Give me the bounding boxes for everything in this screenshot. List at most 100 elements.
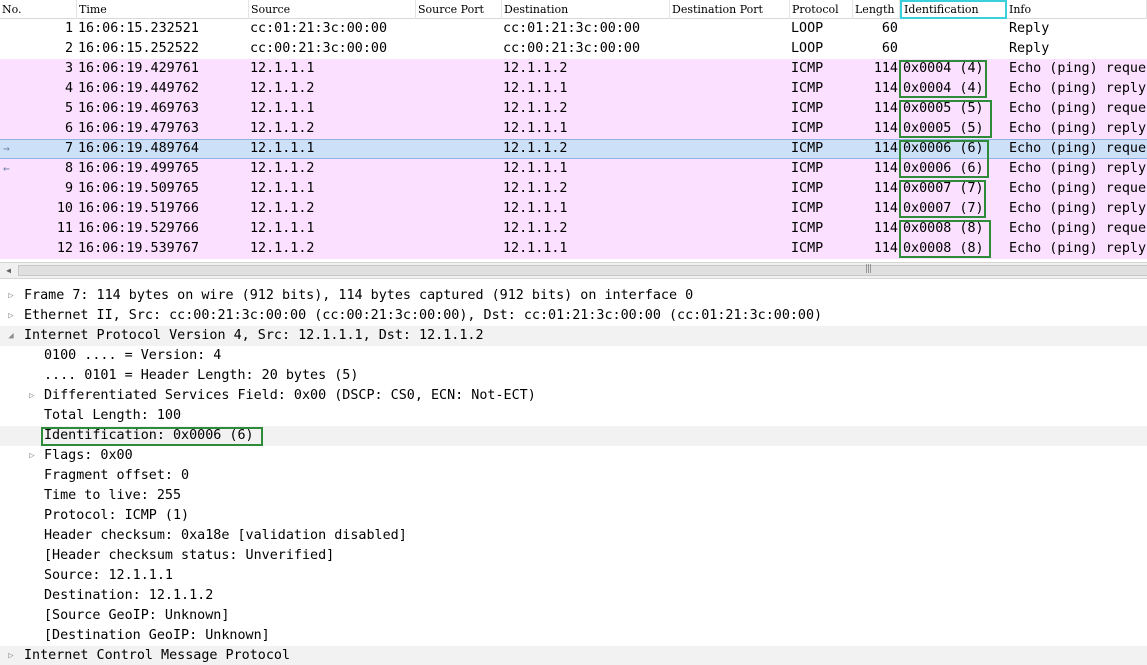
cell-identification: 0x0006 (6) (903, 161, 984, 176)
cell-source-port (417, 159, 501, 179)
cell-source-port (417, 59, 501, 79)
detail-text: Protocol: ICMP (1) (44, 508, 190, 523)
cell-identification: 0x0005 (5) (903, 101, 984, 116)
cell-destination-port (671, 79, 789, 99)
detail-text: [Source GeoIP: Unknown] (44, 608, 230, 623)
cell-time: 16:06:19.489764 (78, 141, 199, 156)
scrollbar-thumb[interactable]: ||| (18, 264, 1147, 276)
packet-row[interactable]: 9 16:06:19.509765 12.1.1.1 12.1.1.2 ICMP 114 0… (0, 179, 1147, 199)
detail-row[interactable]: Fragment offset: 0 (0, 466, 1147, 486)
cell-source: cc:01:21:3c:00:00 (250, 21, 388, 36)
cell-time: 16:06:19.519766 (78, 201, 199, 216)
detail-row[interactable]: ▷ Differentiated Services Field: 0x00 (DS… (0, 386, 1147, 406)
column-header-protocol[interactable]: Protocol (790, 0, 853, 19)
detail-row[interactable]: Total Length: 100 (0, 406, 1147, 426)
cell-identification: 0x0007 (7) (903, 201, 984, 216)
cell-destination-port (671, 119, 789, 139)
detail-row[interactable]: Destination: 12.1.1.2 (0, 586, 1147, 606)
detail-text: Source: 12.1.1.1 (44, 568, 173, 583)
detail-row[interactable]: Time to live: 255 (0, 486, 1147, 506)
collapsed-triangle-icon[interactable]: ▷ (5, 286, 17, 306)
packet-row[interactable]: 1 16:06:15.232521 cc:01:21:3c:00:00 cc:01:2… (0, 19, 1147, 39)
packet-row[interactable]: 6 16:06:19.479763 12.1.1.2 12.1.1.1 ICMP 114 0… (0, 119, 1147, 139)
detail-row[interactable]: [Header checksum status: Unverified] (0, 546, 1147, 566)
packet-row[interactable]: 11 16:06:19.529766 12.1.1.1 12.1.1.2 ICMP 114… (0, 219, 1147, 239)
collapsed-triangle-icon[interactable]: ▷ (26, 386, 38, 406)
detail-row[interactable]: 0100 .... = Version: 4 (0, 346, 1147, 366)
packet-row[interactable]: 10 16:06:19.519766 12.1.1.2 12.1.1.1 ICMP 114… (0, 199, 1147, 219)
cell-info: Echo (ping) reply (1009, 81, 1147, 96)
packet-list-header: No. Time Source Source Port Destination Desti… (0, 0, 1147, 19)
column-header-length[interactable]: Length (853, 0, 900, 19)
packet-row[interactable]: 5 16:06:19.469763 12.1.1.1 12.1.1.2 ICMP 114 0… (0, 99, 1147, 119)
cell-time: 16:06:19.469763 (78, 101, 199, 116)
cell-length: 114 (873, 141, 898, 156)
cell-time: 16:06:19.479763 (78, 121, 199, 136)
column-header-destination[interactable]: Destination (502, 0, 670, 19)
cell-no: 12 (56, 241, 73, 256)
column-header-no[interactable]: No. (0, 0, 77, 19)
column-header-info[interactable]: Info (1007, 0, 1147, 19)
cell-destination: 12.1.1.2 (503, 101, 568, 116)
cell-protocol: ICMP (791, 201, 824, 216)
cell-info: Reply (1009, 21, 1050, 36)
detail-text: Fragment offset: 0 (44, 468, 190, 483)
collapsed-triangle-icon[interactable]: ▷ (5, 306, 17, 326)
detail-row[interactable]: Source: 12.1.1.1 (0, 566, 1147, 586)
packet-row[interactable]: 4 16:06:19.449762 12.1.1.2 12.1.1.1 ICMP 114 0… (0, 79, 1147, 99)
cell-length: 114 (873, 221, 898, 236)
cell-no: 2 (64, 41, 73, 56)
detail-row[interactable]: ▷ Internet Control Message Protocol (0, 646, 1147, 665)
detail-row[interactable]: ◢ Internet Protocol Version 4, Src: 12.1.… (0, 326, 1147, 346)
cell-destination-port (671, 179, 789, 199)
cell-info: Echo (ping) request (1009, 181, 1147, 196)
cell-destination-port (671, 159, 789, 179)
cell-protocol: ICMP (791, 161, 824, 176)
detail-row[interactable]: ▷ Ethernet II, Src: cc:00:21:3c:00:00 (cc… (0, 306, 1147, 326)
detail-row[interactable]: Identification: 0x0006 (6) (0, 426, 1147, 446)
detail-row[interactable]: Protocol: ICMP (1) (0, 506, 1147, 526)
cell-source: 12.1.1.1 (250, 141, 315, 156)
column-header-source[interactable]: Source (249, 0, 416, 19)
packet-row[interactable]: 2 16:06:15.252522 cc:00:21:3c:00:00 cc:00:2… (0, 39, 1147, 59)
cell-destination: cc:01:21:3c:00:00 (503, 21, 641, 36)
packet-row[interactable]: ← 8 16:06:19.499765 12.1.1.2 12.1.1.1 ICMP 114… (0, 159, 1147, 179)
horizontal-scrollbar[interactable]: ◀ ||| (0, 262, 1147, 279)
cell-info: Echo (ping) request (1009, 141, 1147, 156)
detail-text: Header checksum: 0xa18e [validation disa… (44, 528, 407, 543)
cell-protocol: ICMP (791, 221, 824, 236)
detail-row[interactable]: ▷ Flags: 0x00 (0, 446, 1147, 466)
detail-row[interactable]: .... 0101 = Header Length: 20 bytes (5) (0, 366, 1147, 386)
cell-destination-port (671, 99, 789, 119)
cell-source-port (417, 79, 501, 99)
detail-row[interactable]: [Destination GeoIP: Unknown] (0, 626, 1147, 646)
cell-length: 60 (881, 21, 898, 36)
cell-identification: 0x0005 (5) (903, 121, 984, 136)
cell-info: Echo (ping) request (1009, 61, 1147, 76)
cell-info: Reply (1009, 41, 1050, 56)
cell-info: Echo (ping) reply (1009, 201, 1147, 216)
detail-row[interactable]: Header checksum: 0xa18e [validation disa… (0, 526, 1147, 546)
cell-destination-port (671, 140, 789, 158)
cell-destination: 12.1.1.2 (503, 141, 568, 156)
detail-row[interactable]: [Source GeoIP: Unknown] (0, 606, 1147, 626)
cell-length: 60 (881, 41, 898, 56)
packet-row[interactable]: → 7 16:06:19.489764 12.1.1.1 12.1.1.2 ICMP 114… (0, 139, 1147, 159)
column-header-identification[interactable]: Identification (900, 0, 1007, 19)
column-header-source-port[interactable]: Source Port (416, 0, 502, 19)
column-header-destination-port[interactable]: Destination Port (670, 0, 790, 19)
scroll-left-icon[interactable]: ◀ (0, 263, 17, 278)
cell-protocol: ICMP (791, 241, 824, 256)
packet-row[interactable]: 3 16:06:19.429761 12.1.1.1 12.1.1.2 ICMP 114 0… (0, 59, 1147, 79)
cell-length: 114 (873, 181, 898, 196)
expanded-triangle-icon[interactable]: ◢ (5, 326, 17, 346)
cell-source: 12.1.1.1 (250, 181, 315, 196)
cell-source: 12.1.1.1 (250, 221, 315, 236)
collapsed-triangle-icon[interactable]: ▷ (5, 646, 17, 665)
packet-row[interactable]: 12 16:06:19.539767 12.1.1.2 12.1.1.1 ICMP 114… (0, 239, 1147, 259)
cell-length: 114 (873, 121, 898, 136)
collapsed-triangle-icon[interactable]: ▷ (26, 446, 38, 466)
column-header-time[interactable]: Time (77, 0, 249, 19)
cell-no: 9 (64, 181, 73, 196)
detail-row[interactable]: ▷ Frame 7: 114 bytes on wire (912 bits), … (0, 286, 1147, 306)
